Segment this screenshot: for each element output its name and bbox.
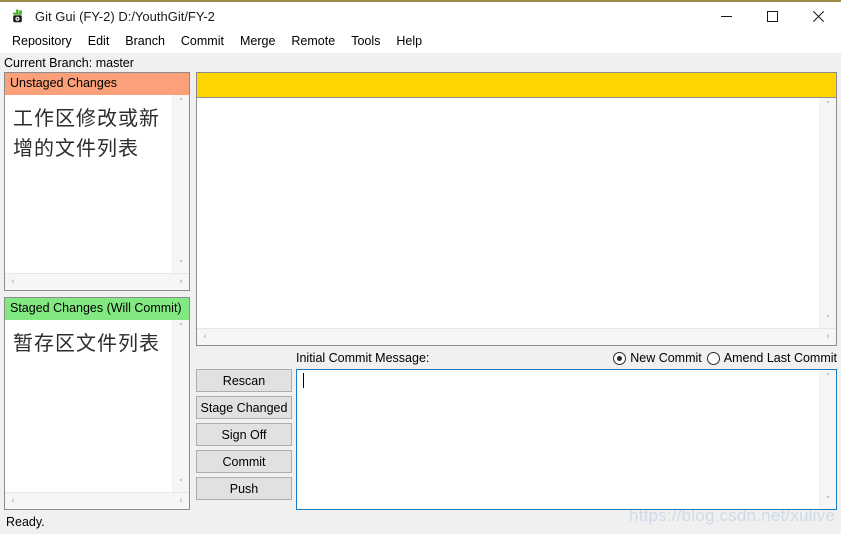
scroll-left-icon[interactable]: ‹ — [5, 493, 21, 509]
staged-pane-body: 暂存区文件列表 ˄ ˅ — [5, 320, 189, 492]
commit-options-row: Initial Commit Message: New Commit Amend… — [296, 346, 837, 369]
window-controls — [703, 2, 841, 31]
scroll-right-icon[interactable]: › — [173, 274, 189, 290]
scroll-up-icon[interactable]: ˄ — [820, 370, 836, 386]
text-caret — [303, 373, 304, 388]
menu-item-merge[interactable]: Merge — [232, 32, 283, 52]
diff-header-banner — [196, 72, 837, 98]
scroll-up-icon[interactable]: ˄ — [173, 320, 189, 336]
scroll-right-icon[interactable]: › — [820, 329, 836, 345]
menu-item-repository[interactable]: Repository — [4, 32, 80, 52]
title-bar: Git Gui (FY-2) D:/YouthGit/FY-2 — [0, 2, 841, 31]
diff-viewer-pane: ˄ ˅ ‹ › — [196, 98, 837, 346]
unstaged-vertical-scrollbar[interactable]: ˄ ˅ — [172, 95, 189, 273]
unstaged-pane-body: 工作区修改或新增的文件列表 ˄ ˅ — [5, 95, 189, 273]
sign-off-button[interactable]: Sign Off — [196, 423, 292, 446]
minimize-icon[interactable] — [703, 2, 749, 31]
menu-item-remote[interactable]: Remote — [283, 32, 343, 52]
radio-amend-last-commit-label: Amend Last Commit — [723, 351, 837, 365]
git-gui-icon — [10, 9, 26, 25]
commit-message-pane: ˄ ˅ — [296, 369, 837, 510]
menu-item-commit[interactable]: Commit — [173, 32, 232, 52]
unstaged-file-list[interactable]: 工作区修改或新增的文件列表 — [5, 95, 172, 273]
close-icon[interactable] — [795, 2, 841, 31]
scroll-down-icon[interactable]: ˅ — [820, 493, 836, 509]
radio-amend-last-commit-indicator[interactable] — [706, 351, 720, 365]
diff-viewer-body: ˄ ˅ — [197, 98, 836, 328]
unstaged-changes-pane: Unstaged Changes 工作区修改或新增的文件列表 ˄ ˅ ‹ › — [4, 72, 190, 291]
scroll-down-icon[interactable]: ˅ — [173, 476, 189, 492]
staged-file-list[interactable]: 暂存区文件列表 — [5, 320, 172, 492]
scroll-up-icon[interactable]: ˄ — [173, 95, 189, 111]
window-title: Git Gui (FY-2) D:/YouthGit/FY-2 — [35, 9, 215, 24]
diff-and-commit-column: ˄ ˅ ‹ › Initial Commit Message: New Comm… — [196, 72, 837, 510]
menu-bar: Repository Edit Branch Commit Merge Remo… — [0, 31, 841, 53]
staged-placeholder-text: 暂存区文件列表 — [13, 331, 160, 355]
menu-item-branch[interactable]: Branch — [117, 32, 173, 52]
menu-item-edit[interactable]: Edit — [80, 32, 118, 52]
commit-area: Rescan Stage Changed Sign Off Commit Pus… — [196, 369, 837, 510]
status-text: Ready. — [6, 515, 45, 529]
commit-mode-radio-group: New Commit Amend Last Commit — [613, 351, 837, 365]
scroll-left-icon[interactable]: ‹ — [197, 329, 213, 345]
menu-item-help[interactable]: Help — [388, 32, 430, 52]
diff-text-area[interactable] — [197, 98, 819, 328]
scroll-down-icon[interactable]: ˅ — [173, 257, 189, 273]
commit-message-label: Initial Commit Message: — [296, 351, 430, 365]
scroll-up-icon[interactable]: ˄ — [820, 98, 836, 114]
main-body: Unstaged Changes 工作区修改或新增的文件列表 ˄ ˅ ‹ › S… — [0, 72, 841, 510]
commit-button[interactable]: Commit — [196, 450, 292, 473]
radio-amend-last-commit[interactable]: Amend Last Commit — [706, 351, 837, 365]
current-branch-bar: Current Branch: master — [0, 53, 841, 72]
radio-new-commit-indicator[interactable] — [613, 351, 627, 365]
commit-message-input[interactable] — [297, 370, 819, 509]
staged-vertical-scrollbar[interactable]: ˄ ˅ — [172, 320, 189, 492]
unstaged-horizontal-scrollbar[interactable]: ‹ › — [5, 273, 189, 290]
scroll-left-icon[interactable]: ‹ — [5, 274, 21, 290]
menu-item-tools[interactable]: Tools — [343, 32, 388, 52]
scroll-down-icon[interactable]: ˅ — [820, 312, 836, 328]
radio-new-commit-label: New Commit — [630, 351, 702, 365]
rescan-button[interactable]: Rescan — [196, 369, 292, 392]
staged-horizontal-scrollbar[interactable]: ‹ › — [5, 492, 189, 509]
stage-changed-button[interactable]: Stage Changed — [196, 396, 292, 419]
staged-changes-pane: Staged Changes (Will Commit) 暂存区文件列表 ˄ ˅… — [4, 297, 190, 510]
current-branch-label: Current Branch: master — [4, 55, 134, 70]
radio-new-commit[interactable]: New Commit — [613, 351, 702, 365]
app-window: Git Gui (FY-2) D:/YouthGit/FY-2 Reposito… — [0, 0, 841, 534]
diff-vertical-scrollbar[interactable]: ˄ ˅ — [819, 98, 836, 328]
action-buttons-column: Rescan Stage Changed Sign Off Commit Pus… — [196, 369, 296, 510]
unstaged-changes-header: Unstaged Changes — [5, 73, 189, 95]
diff-horizontal-scrollbar[interactable]: ‹ › — [197, 328, 836, 345]
commit-message-vertical-scrollbar[interactable]: ˄ ˅ — [819, 370, 836, 509]
file-lists-column: Unstaged Changes 工作区修改或新增的文件列表 ˄ ˅ ‹ › S… — [4, 72, 190, 510]
scroll-right-icon[interactable]: › — [173, 493, 189, 509]
maximize-icon[interactable] — [749, 2, 795, 31]
push-button[interactable]: Push — [196, 477, 292, 500]
status-bar: Ready. — [0, 510, 841, 534]
unstaged-placeholder-text: 工作区修改或新增的文件列表 — [13, 106, 160, 160]
staged-changes-header: Staged Changes (Will Commit) — [5, 298, 189, 320]
